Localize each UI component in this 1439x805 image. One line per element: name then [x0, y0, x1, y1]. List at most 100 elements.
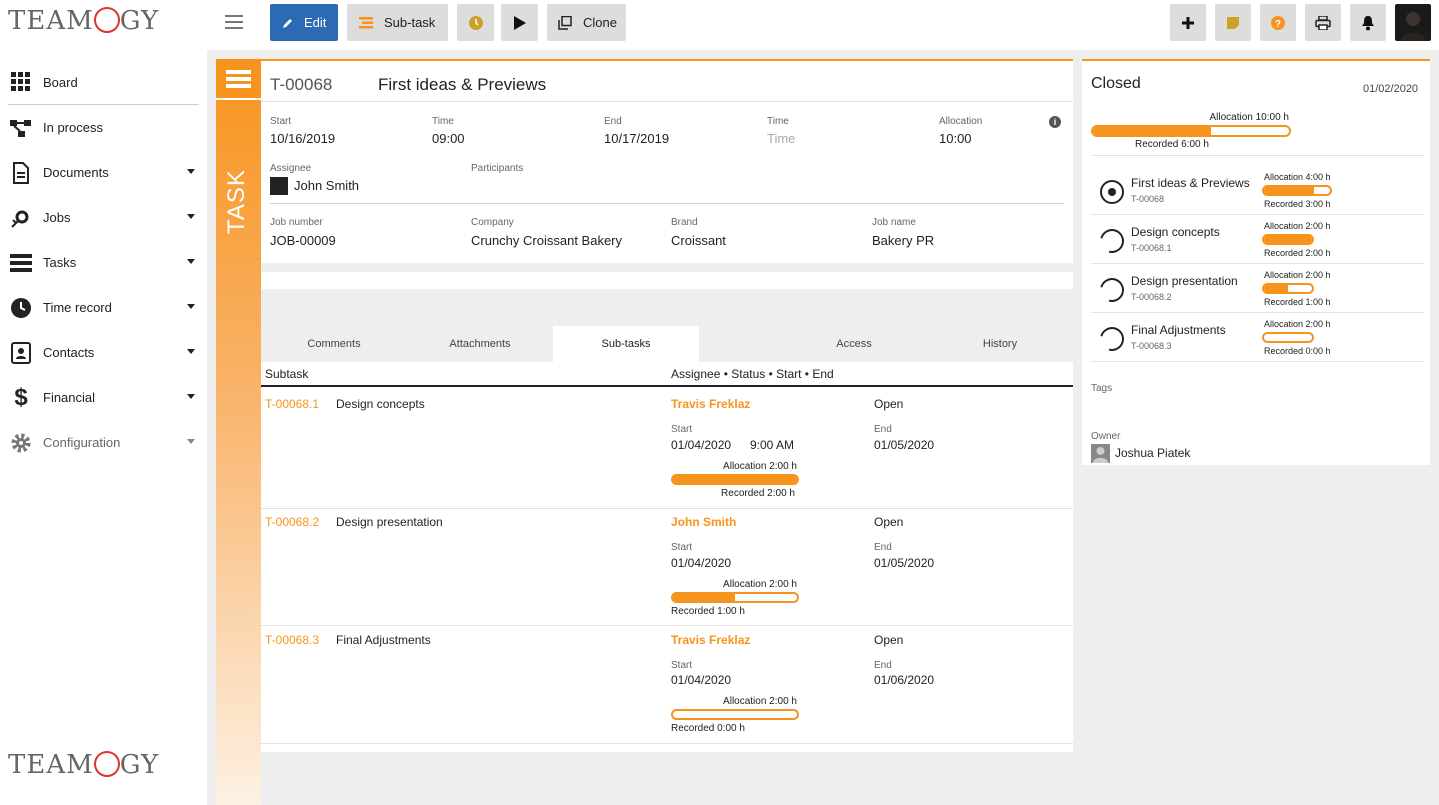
clone-button[interactable]: Clone — [547, 4, 626, 41]
progress-fill — [673, 594, 735, 601]
subtask-name[interactable]: Design concepts — [336, 397, 425, 411]
nav-tasks-label: Tasks — [43, 255, 77, 270]
nav-contacts[interactable]: Contacts — [0, 330, 207, 375]
document-icon — [10, 161, 32, 184]
recorded-text: Recorded 6:00 h — [1135, 139, 1209, 150]
menu-icon[interactable] — [225, 15, 243, 29]
nav-contacts-label: Contacts — [43, 345, 95, 360]
nav-in-process-label: In process — [43, 120, 103, 135]
notifications-button[interactable] — [1350, 4, 1386, 41]
flow-icon — [10, 117, 32, 139]
subtask-assignee[interactable]: Travis Freklaz — [671, 397, 750, 411]
allocation-text: Allocation 2:00 h — [723, 579, 797, 590]
tags-label: Tags — [1091, 383, 1113, 394]
item-name[interactable]: First ideas & Previews — [1131, 176, 1250, 190]
teamogy-logo[interactable]: TEAM GY — [8, 6, 159, 36]
item-name[interactable]: Design concepts — [1131, 225, 1220, 239]
subtask-table: Subtask Assignee • Status • Start • End … — [261, 362, 1073, 752]
chevron-down-icon — [187, 259, 195, 264]
jobname-value[interactable]: Bakery PR — [872, 233, 934, 248]
item-name[interactable]: Final Adjustments — [1131, 323, 1226, 337]
allocation-text: Allocation 4:00 h — [1264, 172, 1331, 182]
subtask-status-icon — [1095, 273, 1129, 307]
tab-comments[interactable]: Comments — [261, 326, 407, 362]
print-button[interactable] — [1305, 4, 1341, 41]
subtask-end: 01/06/2020 — [874, 673, 935, 687]
clone-label: Clone — [583, 15, 617, 30]
allocation-text: Allocation 2:00 h — [723, 461, 797, 472]
info-icon[interactable]: i — [1049, 116, 1061, 128]
divider — [1091, 263, 1424, 264]
subtask-status: Open — [874, 397, 904, 411]
column-header-assignee: Assignee • Status • Start • End — [671, 367, 834, 381]
progress-bar — [1262, 332, 1314, 343]
tab-subtasks[interactable]: Sub-tasks — [553, 326, 699, 362]
end-label: End — [874, 424, 892, 435]
start-date[interactable]: 10/16/2019 — [270, 131, 335, 146]
plus-icon — [1182, 16, 1194, 29]
owner-name[interactable]: Joshua Piatek — [1115, 446, 1190, 460]
spacer-card — [261, 272, 1073, 289]
subtask-start: 01/04/2020 — [671, 673, 732, 687]
subtask-button[interactable]: Sub-task — [347, 4, 448, 41]
nav-tasks[interactable]: Tasks — [0, 240, 207, 285]
print-icon — [1315, 15, 1331, 30]
nav-in-process[interactable]: In process — [0, 105, 207, 150]
item-id: T-00068.3 — [1131, 341, 1172, 351]
end-time-placeholder[interactable]: Time — [767, 131, 795, 146]
timer-button[interactable] — [457, 4, 494, 41]
company-value[interactable]: Crunchy Croissant Bakery — [471, 233, 622, 248]
end-date[interactable]: 10/17/2019 — [604, 131, 669, 146]
start-time-label: Time — [432, 116, 454, 127]
start-time[interactable]: 09:00 — [432, 131, 465, 146]
jobnumber-value[interactable]: JOB-00009 — [270, 233, 336, 248]
nav-configuration[interactable]: Configuration — [0, 420, 207, 465]
tab-attachments[interactable]: Attachments — [407, 326, 553, 362]
note-button[interactable] — [1215, 4, 1251, 41]
allocation-label: Allocation — [939, 116, 983, 127]
contacts-icon — [10, 341, 32, 364]
allocation-text: Allocation 2:00 h — [1264, 319, 1331, 329]
progress-fill — [673, 476, 797, 483]
nav-time-record-label: Time record — [43, 300, 112, 315]
tab-history[interactable]: History — [927, 326, 1073, 362]
toolbar: Edit Sub-task Clone ? — [207, 0, 1439, 50]
clock-icon — [10, 297, 32, 319]
play-button[interactable] — [501, 4, 538, 41]
subtask-id-link[interactable]: T-00068.3 — [265, 633, 319, 647]
subtask-status: Open — [874, 633, 904, 647]
nav-documents[interactable]: Documents — [0, 150, 207, 195]
brand-value[interactable]: Croissant — [671, 233, 726, 248]
edit-button[interactable]: Edit — [270, 4, 338, 41]
allocation-value[interactable]: 10:00 — [939, 131, 972, 146]
add-button[interactable] — [1170, 4, 1206, 41]
subtask-name[interactable]: Final Adjustments — [336, 633, 431, 647]
subtask-id-link[interactable]: T-00068.2 — [265, 515, 319, 529]
subtask-assignee[interactable]: John Smith — [671, 515, 736, 529]
start-label: Start — [270, 116, 292, 127]
nav-time-record[interactable]: Time record — [0, 285, 207, 330]
tab-access[interactable]: Access — [781, 326, 927, 362]
nav-jobs[interactable]: Jobs — [0, 195, 207, 240]
subtask-status-icon — [1095, 322, 1129, 356]
avatar — [1091, 444, 1110, 463]
chevron-down-icon — [187, 169, 195, 174]
recorded-text: Recorded 0:00 h — [1264, 346, 1331, 356]
subtask-assignee[interactable]: Travis Freklaz — [671, 633, 750, 647]
help-button[interactable]: ? — [1260, 4, 1296, 41]
current-task-icon — [1100, 180, 1124, 204]
allocation-text: Allocation 2:00 h — [1264, 270, 1331, 280]
item-name[interactable]: Design presentation — [1131, 274, 1238, 288]
clone-icon — [558, 15, 572, 30]
nav-financial[interactable]: $ Financial — [0, 375, 207, 420]
subtask-id-link[interactable]: T-00068.1 — [265, 397, 319, 411]
user-avatar[interactable] — [1395, 4, 1431, 41]
nav-board[interactable]: Board — [0, 60, 207, 104]
item-id: T-00068.1 — [1131, 243, 1172, 253]
subtask-end: 01/05/2020 — [874, 438, 935, 452]
company-label: Company — [471, 217, 514, 228]
divider — [1091, 155, 1424, 156]
subtask-name[interactable]: Design presentation — [336, 515, 443, 529]
assignee-name[interactable]: John Smith — [294, 178, 359, 193]
task-title: First ideas & Previews — [378, 75, 547, 94]
